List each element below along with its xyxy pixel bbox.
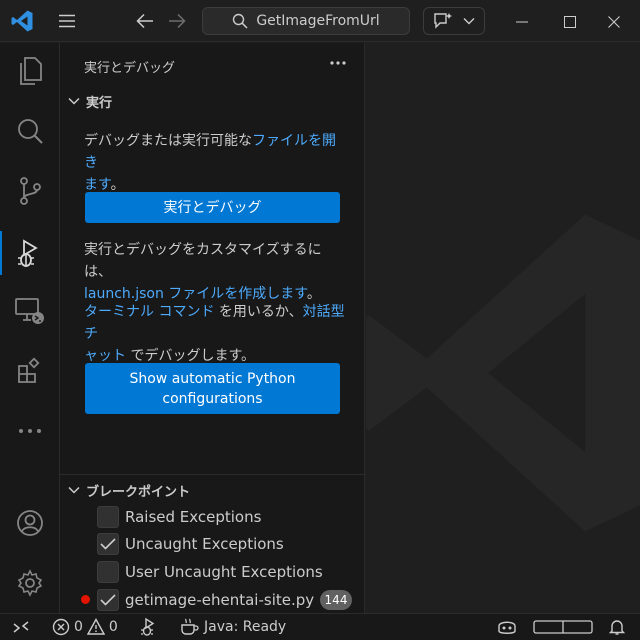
status-bar: 0 0 Java: Ready <box>0 613 640 640</box>
chat-sparkle-icon <box>434 13 452 29</box>
settings-gear-icon[interactable] <box>0 555 60 611</box>
more-actions-icon[interactable] <box>326 53 350 73</box>
source-control-icon[interactable] <box>0 163 60 219</box>
activity-bar <box>0 43 60 613</box>
vscode-watermark-icon <box>366 214 640 532</box>
account-icon[interactable] <box>0 495 60 551</box>
remote-explorer-icon[interactable] <box>0 283 60 339</box>
debug-status-icon[interactable] <box>138 614 160 640</box>
breakpoint-row[interactable]: Raised Exceptions <box>60 504 365 530</box>
error-icon <box>52 618 70 636</box>
terminal-command-link[interactable]: ターミナル コマンド <box>84 304 214 320</box>
breakpoint-checkbox[interactable] <box>97 589 119 611</box>
menu-icon[interactable] <box>52 6 82 36</box>
terminal-text: ターミナル コマンド を用いるか、対話型チ ャット でデバッグします。 <box>84 304 345 364</box>
sidebar-title: 実行とデバッグ <box>84 61 176 76</box>
chat-button[interactable] <box>423 7 485 35</box>
error-count: 0 <box>74 619 83 635</box>
show-python-configurations-button[interactable]: Show automatic Python configurations <box>85 363 340 414</box>
minimize-icon[interactable] <box>508 8 536 36</box>
breakpoints-title: ブレークポイント <box>86 484 191 500</box>
notifications-bell-icon[interactable] <box>608 614 626 640</box>
chevron-down-icon <box>62 486 86 494</box>
vscode-logo-icon <box>8 7 36 35</box>
extensions-icon[interactable] <box>0 343 60 399</box>
check-icon <box>100 594 116 606</box>
arrow-right-icon[interactable] <box>162 6 192 36</box>
run-and-debug-button[interactable]: 実行とデバッグ <box>85 192 340 223</box>
check-icon <box>100 538 116 550</box>
run-intro-text: デバッグまたは実行可能なファイルを開き ます。 <box>84 133 336 193</box>
editor-area <box>366 43 640 613</box>
run-section-header[interactable]: 実行 <box>60 90 365 112</box>
problems-indicator[interactable]: 0 0 <box>52 614 118 640</box>
breakpoint-dot-icon <box>81 595 90 604</box>
customize-text: 実行とデバッグをカスタマイズするには、 launch.json ファイルを作成し… <box>84 242 322 302</box>
remote-indicator-icon[interactable] <box>12 614 30 640</box>
chevron-down-icon <box>463 18 475 25</box>
more-views-icon[interactable] <box>0 403 60 459</box>
command-center-search[interactable]: GetImageFromUrl <box>202 7 410 35</box>
search-view-icon[interactable] <box>0 103 60 159</box>
breakpoint-checkbox[interactable] <box>97 561 119 583</box>
java-status[interactable]: Java: Ready <box>180 614 286 640</box>
breakpoint-checkbox[interactable] <box>97 533 119 555</box>
breakpoint-count-badge: 144 <box>320 590 352 610</box>
chevron-down-icon <box>62 97 86 105</box>
breakpoint-label: Uncaught Exceptions <box>125 535 284 553</box>
breakpoint-label: User Uncaught Exceptions <box>125 563 323 581</box>
warning-icon <box>86 618 105 635</box>
open-file-link-cont[interactable]: ます <box>84 177 111 193</box>
layout-panel-icon <box>533 620 593 634</box>
run-debug-icon[interactable] <box>0 225 60 281</box>
chat-link-cont[interactable]: ャット <box>84 348 126 364</box>
coffee-cup-icon <box>181 618 199 635</box>
breakpoint-checkbox[interactable] <box>97 506 119 528</box>
breakpoint-row[interactable]: User Uncaught Exceptions <box>60 559 365 585</box>
breakpoint-row[interactable]: getimage-ehentai-site.py 144 <box>60 587 365 613</box>
breakpoint-label: Raised Exceptions <box>125 508 262 526</box>
launch-json-link[interactable]: launch.json ファイルを作成します <box>84 286 307 302</box>
warning-count: 0 <box>108 619 118 635</box>
layout-indicator[interactable] <box>533 614 593 640</box>
java-status-text: Java: Ready <box>204 619 287 635</box>
copilot-icon[interactable] <box>496 614 518 640</box>
run-debug-sidebar: 実行とデバッグ 実行 デバッグまたは実行可能なファイルを開き ます。 実行とデバ… <box>60 43 365 613</box>
explorer-icon[interactable] <box>0 43 60 99</box>
arrow-left-icon[interactable] <box>130 6 160 36</box>
breakpoint-row[interactable]: Uncaught Exceptions <box>60 531 365 557</box>
breakpoints-section-header[interactable]: ブレークポイント <box>60 479 365 501</box>
run-section-title: 実行 <box>86 95 113 111</box>
maximize-icon[interactable] <box>556 8 584 36</box>
search-icon <box>233 13 248 29</box>
search-text: GetImageFromUrl <box>256 13 380 29</box>
close-icon[interactable] <box>600 8 628 36</box>
section-divider <box>60 474 365 475</box>
title-bar: GetImageFromUrl <box>0 0 640 42</box>
breakpoint-label: getimage-ehentai-site.py <box>125 591 315 609</box>
